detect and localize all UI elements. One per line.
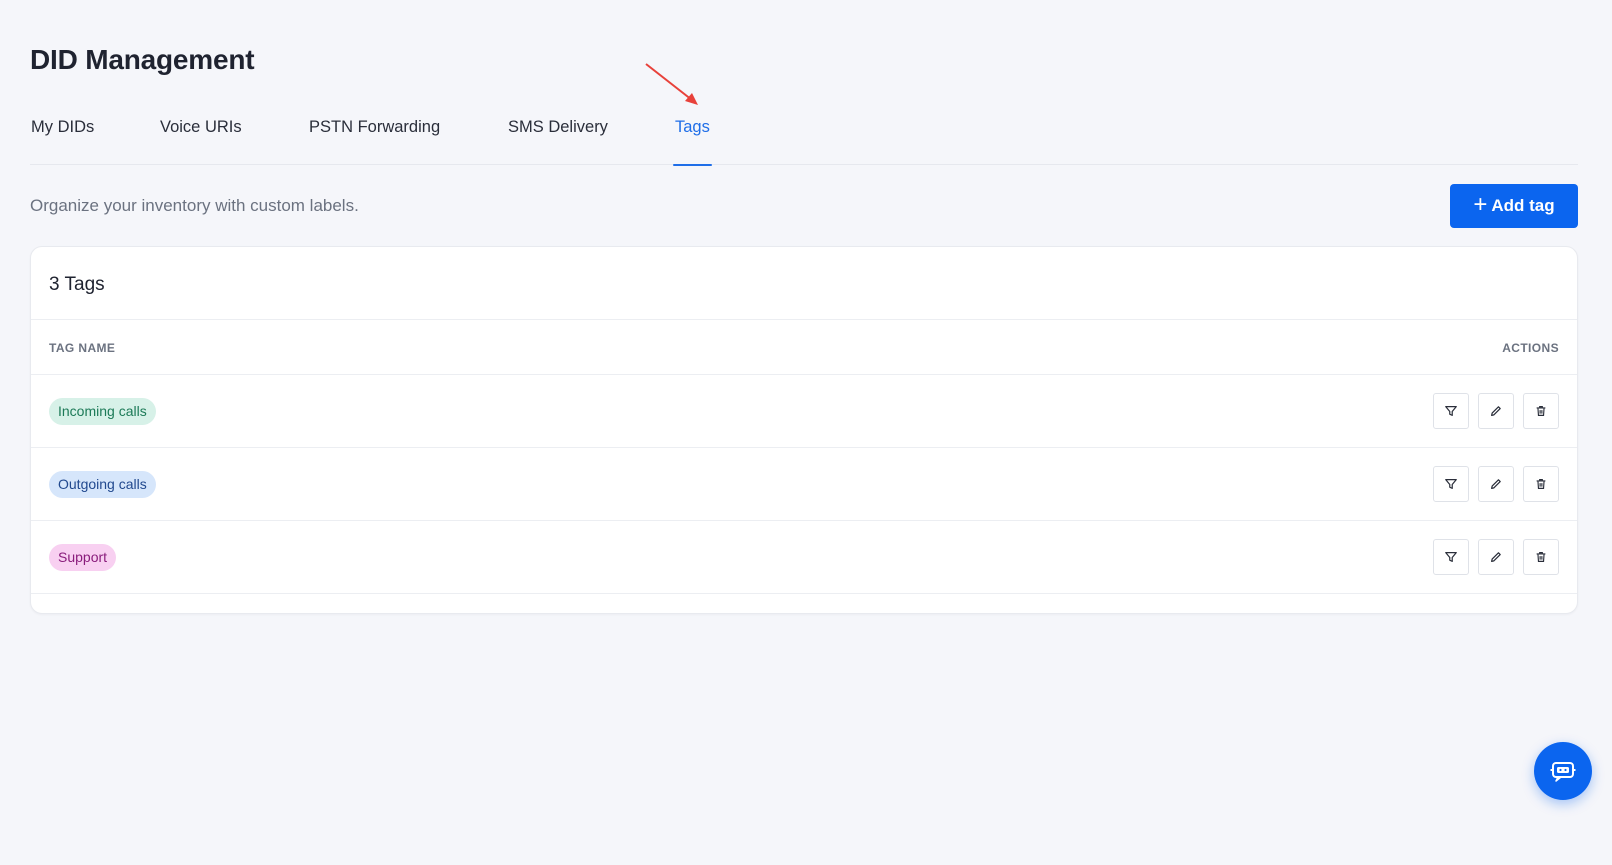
row-actions bbox=[1433, 466, 1559, 502]
trash-icon bbox=[1536, 479, 1546, 489]
tab-pstn-forwarding[interactable]: PSTN Forwarding bbox=[309, 118, 440, 165]
tab-sms-delivery[interactable]: SMS Delivery bbox=[508, 118, 608, 165]
chat-button[interactable] bbox=[1534, 742, 1592, 800]
row-actions bbox=[1433, 539, 1559, 575]
pencil-icon bbox=[1491, 552, 1501, 562]
tab-my-dids[interactable]: My DIDs bbox=[31, 118, 94, 165]
row-actions bbox=[1433, 393, 1559, 429]
delete-button[interactable] bbox=[1523, 466, 1559, 502]
edit-button[interactable] bbox=[1478, 393, 1514, 429]
table-row: Support bbox=[31, 521, 1577, 594]
delete-button[interactable] bbox=[1523, 539, 1559, 575]
filter-icon bbox=[1445, 552, 1457, 562]
filter-button[interactable] bbox=[1433, 466, 1469, 502]
tab-bar: My DIDs Voice URIs PSTN Forwarding SMS D… bbox=[30, 104, 1578, 166]
table-row: Incoming calls bbox=[31, 375, 1577, 448]
filter-icon bbox=[1445, 479, 1457, 489]
tag-count: 3 Tags bbox=[49, 274, 105, 295]
add-tag-label: Add tag bbox=[1491, 196, 1555, 215]
edit-button[interactable] bbox=[1478, 539, 1514, 575]
table-row: Outgoing calls bbox=[31, 448, 1577, 521]
page-subtitle: Organize your inventory with custom labe… bbox=[30, 196, 359, 215]
pencil-icon bbox=[1491, 479, 1501, 489]
trash-icon bbox=[1536, 406, 1546, 416]
pencil-icon bbox=[1491, 406, 1501, 416]
page-title: DID Management bbox=[30, 44, 255, 75]
chat-bot-icon bbox=[1550, 762, 1576, 782]
delete-button[interactable] bbox=[1523, 393, 1559, 429]
trash-icon bbox=[1536, 552, 1546, 562]
tag-pill: Outgoing calls bbox=[49, 471, 156, 498]
annotation-arrow-icon bbox=[645, 63, 698, 105]
filter-icon bbox=[1445, 406, 1457, 416]
column-header-actions: ACTIONS bbox=[1502, 341, 1559, 355]
add-tag-button[interactable]: + Add tag bbox=[1450, 184, 1578, 228]
tag-pill: Support bbox=[49, 544, 117, 571]
plus-icon: + bbox=[1473, 191, 1488, 218]
edit-button[interactable] bbox=[1478, 466, 1514, 502]
filter-button[interactable] bbox=[1433, 539, 1469, 575]
table-header: TAG NAME ACTIONS bbox=[31, 319, 1577, 375]
tab-voice-uris[interactable]: Voice URIs bbox=[160, 118, 242, 165]
filter-button[interactable] bbox=[1433, 393, 1469, 429]
tab-tags[interactable]: Tags bbox=[673, 118, 712, 166]
tag-pill: Incoming calls bbox=[49, 398, 156, 425]
tags-card: 3 Tags TAG NAME ACTIONS Incoming calls O… bbox=[30, 246, 1578, 614]
column-header-tag-name: TAG NAME bbox=[49, 341, 116, 355]
